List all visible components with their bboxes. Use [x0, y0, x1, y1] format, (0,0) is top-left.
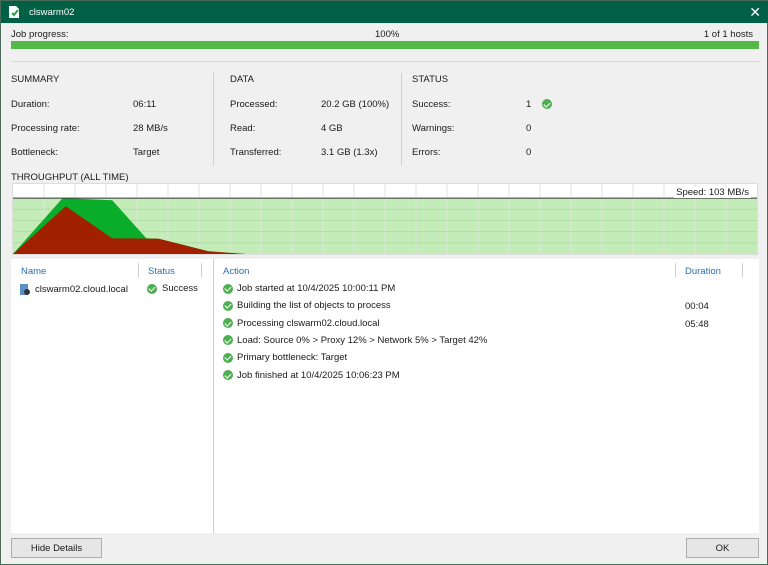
warnings-value: 0 — [526, 123, 532, 134]
close-icon[interactable]: ✕ — [749, 4, 761, 21]
log-action: Building the list of objects to process — [237, 300, 391, 312]
hosts-count: 1 of 1 hosts — [703, 29, 753, 40]
log-action: Primary bottleneck: Target — [237, 352, 348, 364]
object-status: Success — [147, 283, 198, 294]
hide-details-button[interactable]: Hide Details — [11, 538, 102, 558]
success-check-icon — [223, 318, 233, 329]
success-check-icon — [223, 300, 233, 311]
read-label: Read: — [230, 123, 256, 134]
throughput-chart-svg — [13, 184, 757, 254]
duration-value: 06:11 — [133, 99, 157, 110]
title-bar: clswarm02 ✕ — [1, 1, 768, 23]
divider — [11, 61, 759, 62]
log-action: Processing clswarm02.cloud.local — [237, 317, 380, 329]
divider — [742, 263, 743, 277]
success-check-icon — [147, 283, 157, 294]
log-duration: 05:48 — [685, 318, 709, 330]
throughput-heading: THROUGHPUT (ALL TIME) — [11, 172, 129, 183]
object-name: clswarm02.cloud.local — [35, 284, 128, 295]
divider — [138, 263, 139, 277]
job-progress-label: Job progress: — [11, 29, 69, 40]
success-check-icon — [223, 370, 233, 380]
object-status-text: Success — [162, 283, 198, 294]
divider — [675, 263, 676, 277]
log-action: Load: Source 0% > Proxy 12% > Network 5%… — [237, 334, 488, 346]
status-heading: STATUS — [412, 74, 449, 85]
log-action: Job finished at 10/4/2025 10:06:23 PM — [237, 369, 400, 381]
warnings-label: Warnings: — [412, 123, 455, 134]
ok-button[interactable]: OK — [686, 538, 759, 558]
log-duration: 00:04 — [685, 301, 709, 313]
summary-heading: SUMMARY — [11, 74, 60, 85]
read-value: 4 GB — [321, 123, 343, 134]
divider — [213, 259, 214, 533]
job-progress-percent: 100% — [375, 29, 400, 40]
linux-server-icon — [20, 284, 30, 295]
job-progress-bar — [11, 41, 759, 49]
log-row: Processing clswarm02.cloud.local — [223, 318, 380, 329]
window-title: clswarm02 — [29, 6, 75, 18]
data-heading: DATA — [230, 74, 254, 85]
duration-label: Duration: — [11, 99, 50, 110]
log-row: Building the list of objects to process — [223, 300, 391, 311]
processed-label: Processed: — [230, 99, 278, 110]
column-header-duration[interactable]: Duration — [685, 266, 721, 277]
bottleneck-value: Target — [133, 147, 160, 158]
throughput-chart: Speed: 103 MB/s — [12, 183, 758, 255]
errors-label: Errors: — [412, 147, 441, 158]
success-value: 1 — [526, 99, 532, 110]
log-action: Job started at 10/4/2025 10:00:11 PM — [237, 283, 396, 294]
log-row: Job finished at 10/4/2025 10:06:23 PM — [223, 370, 400, 381]
errors-value: 0 — [526, 147, 532, 158]
processing-rate-label: Processing rate: — [11, 123, 80, 134]
divider — [401, 73, 402, 165]
log-row: Primary bottleneck: Target — [223, 352, 347, 363]
column-header-action[interactable]: Action — [223, 266, 249, 277]
speed-label: Speed: 103 MB/s — [674, 187, 751, 198]
success-label: Success: — [412, 99, 451, 110]
success-check-icon — [223, 335, 233, 346]
bottleneck-label: Bottleneck: — [11, 147, 58, 158]
divider — [213, 73, 214, 165]
divider — [201, 263, 202, 277]
processing-rate-value: 28 MB/s — [133, 123, 168, 134]
column-header-status[interactable]: Status — [148, 266, 175, 277]
success-check-icon — [542, 99, 552, 110]
object-row[interactable]: clswarm02.cloud.local — [19, 283, 128, 296]
success-check-icon — [223, 352, 233, 363]
veeam-job-icon — [9, 6, 19, 18]
success-check-icon — [223, 283, 233, 294]
column-header-name[interactable]: Name — [21, 266, 46, 277]
log-row: Job started at 10/4/2025 10:00:11 PM — [223, 283, 395, 294]
processed-value: 20.2 GB (100%) — [321, 99, 390, 110]
transferred-value: 3.1 GB (1.3x) — [321, 147, 378, 158]
log-row: Load: Source 0% > Proxy 12% > Network 5%… — [223, 335, 487, 346]
transferred-label: Transferred: — [230, 147, 282, 158]
